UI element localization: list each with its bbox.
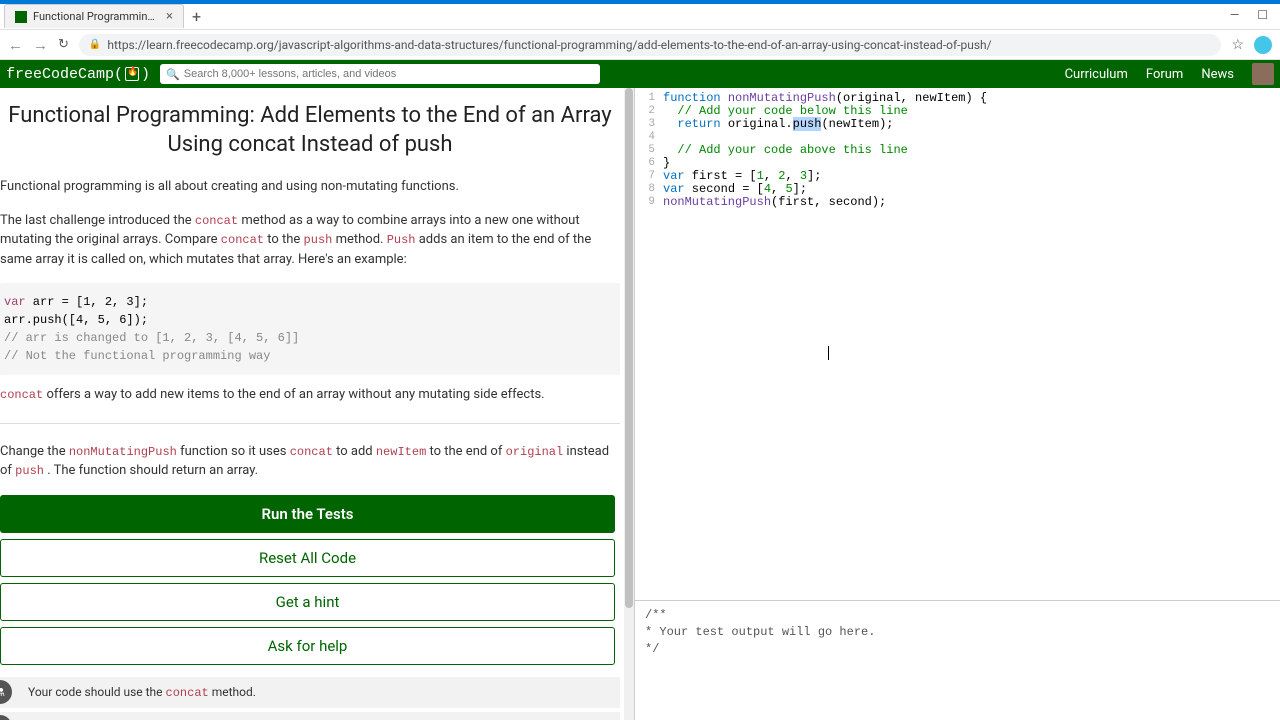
site-header: freeCodeCamp() 🔍 Curriculum Forum News xyxy=(0,60,1280,88)
reset-code-button[interactable]: Reset All Code xyxy=(0,539,615,577)
address-bar-row: ← → ↻ 🔒 https://learn.freecodecamp.org/j… xyxy=(0,30,1280,60)
run-tests-button[interactable]: Run the Tests xyxy=(0,495,615,533)
ask-help-button[interactable]: Ask for help xyxy=(0,627,615,665)
get-hint-button[interactable]: Get a hint xyxy=(0,583,615,621)
new-tab-button[interactable]: + xyxy=(192,7,201,26)
challenge-description: Functional programming is all about crea… xyxy=(0,177,620,481)
site-logo[interactable]: freeCodeCamp() xyxy=(6,66,150,83)
tab-favicon xyxy=(15,11,27,23)
flask-icon: ⚗ xyxy=(0,715,12,720)
test-item: ⚗Your code should use the concat method. xyxy=(0,677,620,708)
code-line[interactable]: 9nonMutatingPush(first, second); xyxy=(635,196,1280,209)
code-editor[interactable]: 1function nonMutatingPush(original, newI… xyxy=(635,88,1280,600)
search-input[interactable] xyxy=(184,68,594,80)
nav-forward-icon[interactable]: → xyxy=(33,36,48,54)
search-box[interactable]: 🔍 xyxy=(160,64,600,84)
bookmark-star-icon[interactable]: ☆ xyxy=(1231,37,1244,53)
tab-title: Functional Programming: Add El xyxy=(33,10,160,23)
challenge-pane: Functional Programming: Add Elements to … xyxy=(0,88,635,720)
url-text: https://learn.freecodecamp.org/javascrip… xyxy=(107,38,991,52)
window-maximize-icon[interactable]: ☐ xyxy=(1257,8,1268,22)
fire-icon xyxy=(125,67,139,81)
code-example: var arr = [1, 2, 3]; arr.push([4, 5, 6])… xyxy=(0,283,620,375)
search-icon: 🔍 xyxy=(166,68,180,81)
tests-list: ⚗Your code should use the concat method.… xyxy=(0,677,620,720)
divider xyxy=(0,423,620,424)
test-item: ⚗Your code should not use the push metho… xyxy=(0,712,620,720)
profile-avatar-icon[interactable] xyxy=(1254,36,1272,54)
test-output-console: /** * Your test output will go here. */ xyxy=(635,600,1280,720)
left-scrollbar[interactable] xyxy=(624,88,634,720)
nav-back-icon[interactable]: ← xyxy=(8,36,23,54)
code-line[interactable]: 3 return original.push(newItem); xyxy=(635,118,1280,131)
url-bar[interactable]: 🔒 https://learn.freecodecamp.org/javascr… xyxy=(79,34,1222,56)
tab-close-icon[interactable]: × xyxy=(166,9,173,24)
window-minimize-icon[interactable]: — xyxy=(1230,8,1239,22)
nav-news[interactable]: News xyxy=(1201,67,1234,82)
browser-tab[interactable]: Functional Programming: Add El × xyxy=(4,4,184,28)
browser-titlebar: Functional Programming: Add El × + — ☐ xyxy=(0,0,1280,30)
nav-forum[interactable]: Forum xyxy=(1146,67,1183,82)
user-avatar[interactable] xyxy=(1252,63,1274,85)
lock-icon: 🔒 xyxy=(89,39,101,50)
editor-pane: 1function nonMutatingPush(original, newI… xyxy=(635,88,1280,720)
text-cursor xyxy=(828,346,829,360)
code-line[interactable]: 5 // Add your code above this line xyxy=(635,144,1280,157)
nav-curriculum[interactable]: Curriculum xyxy=(1065,67,1128,82)
flask-icon: ⚗ xyxy=(0,680,12,704)
reload-icon[interactable]: ↻ xyxy=(58,37,69,52)
challenge-title: Functional Programming: Add Elements to … xyxy=(0,102,620,159)
